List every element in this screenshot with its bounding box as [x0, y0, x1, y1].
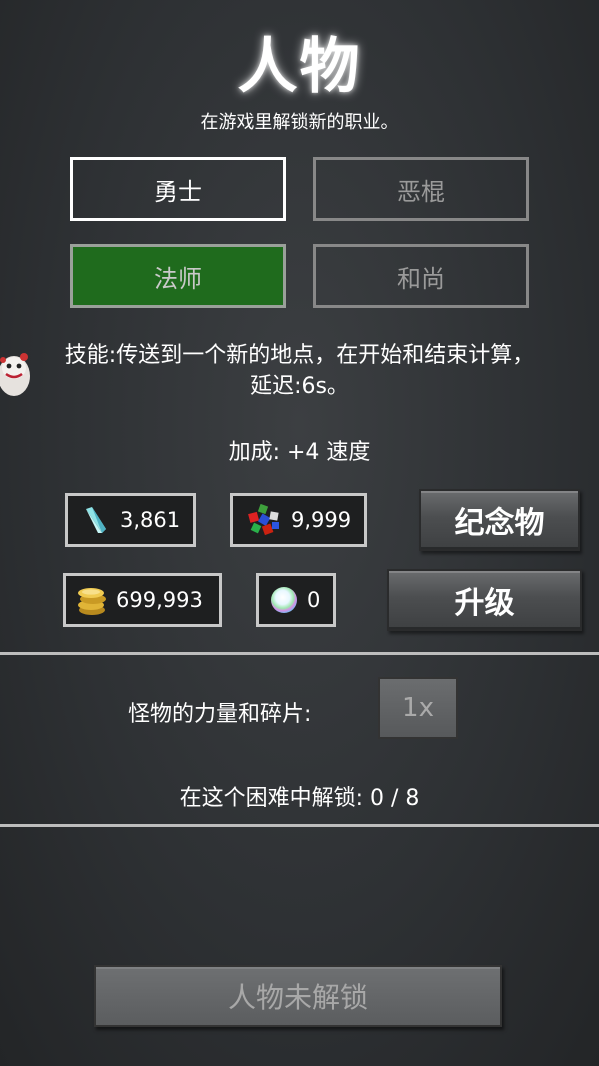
prism-orb-icon	[271, 587, 297, 613]
page-title: 人物	[237, 32, 362, 102]
skill-line-1: 技能:传送到一个新的地点，在开始和结束计算，	[64, 343, 535, 368]
gold-coins-icon	[78, 588, 106, 615]
souvenir-button[interactable]: 纪念物	[419, 489, 580, 551]
page-subtitle: 在游戏里解锁新的职业。	[200, 112, 399, 133]
divider-top	[0, 652, 599, 655]
class-button-mage[interactable]: 法师	[70, 244, 286, 308]
crystal-resource: 3,861	[65, 493, 196, 547]
monster-power-label: 怪物的力量和碎片:	[128, 702, 312, 727]
divider-bottom	[0, 824, 599, 827]
gems-count: 9,999	[291, 508, 352, 532]
bonus-text: 加成: +4 速度	[228, 440, 371, 465]
skill-line-2: 延迟:6s。	[250, 374, 349, 399]
character-locked-button[interactable]: 人物未解锁	[94, 965, 502, 1027]
multiplier-button[interactable]: 1x	[378, 677, 458, 739]
gold-count: 699,993	[116, 588, 203, 612]
orb-resource: 0	[256, 573, 336, 627]
upgrade-button[interactable]: 升级	[387, 569, 582, 631]
class-button-rogue[interactable]: 恶棍	[313, 157, 529, 221]
gold-resource: 699,993	[63, 573, 222, 627]
gems-resource: 9,999	[230, 493, 367, 547]
class-button-monk[interactable]: 和尚	[313, 244, 529, 308]
orb-count: 0	[307, 588, 321, 612]
skill-description: 技能:传送到一个新的地点，在开始和结束计算， 延迟:6s。	[10, 340, 589, 402]
unlock-progress-text: 在这个困难中解锁: 0 / 8	[179, 786, 420, 811]
crystal-icon	[86, 507, 106, 533]
crystal-count: 3,861	[120, 508, 181, 532]
gems-icon	[248, 503, 279, 536]
class-button-warrior[interactable]: 勇士	[70, 157, 286, 221]
